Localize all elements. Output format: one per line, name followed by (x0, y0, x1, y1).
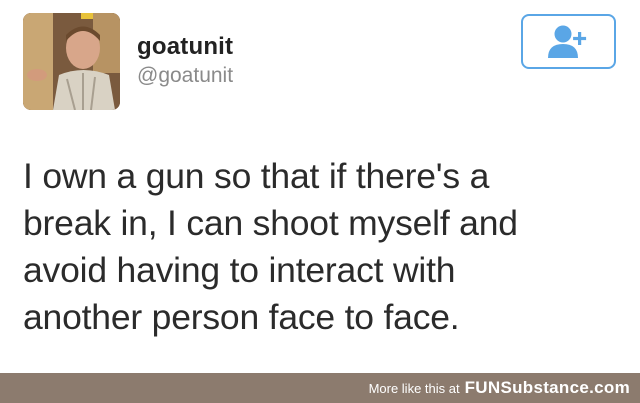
tweet-line: I own a gun so that if there's a (23, 156, 490, 196)
display-name[interactable]: goatunit (137, 33, 233, 61)
tweet-line: avoid having to interact with (23, 250, 456, 290)
tweet-line: another person face to face. (23, 297, 460, 337)
tweet-line: break in, I can shoot myself and (23, 203, 518, 243)
add-user-icon (547, 25, 586, 58)
avatar-photo (23, 13, 120, 110)
footer-text: More like this at (368, 380, 460, 396)
follow-button[interactable] (521, 14, 616, 69)
user-handle[interactable]: @goatunit (137, 64, 233, 88)
tweet-text: I own a gun so that if there's a break i… (23, 153, 623, 341)
tweet-card: goatunit @goatunit I own a gun so that i… (0, 0, 640, 373)
avatar[interactable] (23, 13, 120, 110)
watermark-footer: More like this at FUNSubstance.com (0, 373, 640, 403)
footer-brand-link[interactable]: FUNSubstance.com (465, 378, 630, 398)
